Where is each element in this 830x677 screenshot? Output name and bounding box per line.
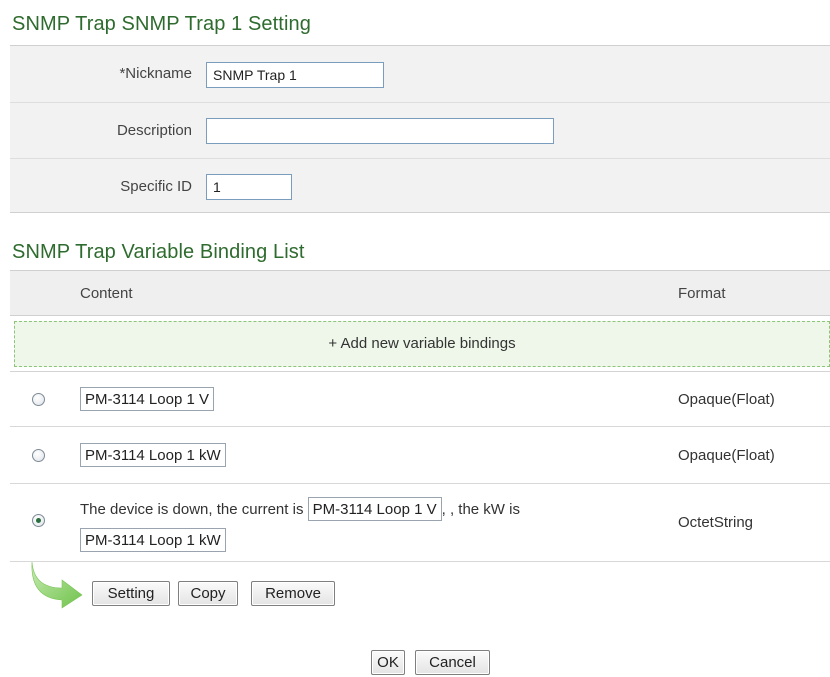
description-input[interactable] [206,118,554,144]
format-column-header: Format [678,285,726,302]
row-format: Opaque(Float) [678,391,775,408]
add-variable-binding-button[interactable]: + Add new variable bindings [14,321,830,367]
row-radio[interactable] [32,449,45,462]
variable-chip: PM-3114 Loop 1 kW [80,443,226,467]
row-radio[interactable] [32,393,45,406]
row-content: PM-3114 Loop 1 kW [80,443,226,467]
variable-chip: PM-3114 Loop 1 kW [80,528,226,552]
binding-list-title: SNMP Trap Variable Binding List [12,241,305,263]
content-column-header: Content [80,285,133,302]
settings-panel: *Nickname Description Specific ID [10,45,830,213]
row-content: The device is down, the current is PM-31… [80,497,520,521]
variable-chip: PM-3114 Loop 1 V [80,387,214,411]
setting-button[interactable]: Setting [92,581,170,606]
remove-button[interactable]: Remove [251,581,335,606]
cancel-button[interactable]: Cancel [415,650,490,675]
binding-row[interactable]: PM-3114 Loop 1 kW Opaque(Float) [10,428,830,484]
binding-row[interactable]: PM-3114 Loop 1 V Opaque(Float) [10,372,830,427]
row-text-middle: , [441,501,450,518]
row-format: OctetString [678,514,754,531]
row-radio-selected[interactable] [32,514,45,527]
specific-id-label: Specific ID [120,178,192,195]
row-content-line-2: PM-3114 Loop 1 kW [80,528,226,552]
nickname-label: *Nickname [119,65,192,82]
specific-id-input[interactable] [206,174,292,200]
row-text-middle-label: , the kW is [449,501,520,518]
settings-title: SNMP Trap SNMP Trap 1 Setting [12,13,311,35]
description-label: Description [116,122,192,139]
nickname-input[interactable] [206,62,384,88]
nickname-row: *Nickname [10,46,830,101]
description-row: Description [10,102,830,157]
ok-button[interactable]: OK [371,650,405,675]
variable-chip: PM-3114 Loop 1 V [307,497,442,521]
row-format: Opaque(Float) [678,447,775,464]
specific-id-row: Specific ID [10,158,830,213]
copy-button[interactable]: Copy [178,581,238,606]
binding-table-header: Content Format [10,270,830,316]
row-content: PM-3114 Loop 1 V [80,387,214,411]
curved-arrow-icon [31,561,83,609]
binding-row[interactable]: The device is down, the current is PM-31… [10,485,830,562]
row-text-before: The device is down, the current is [80,501,304,518]
